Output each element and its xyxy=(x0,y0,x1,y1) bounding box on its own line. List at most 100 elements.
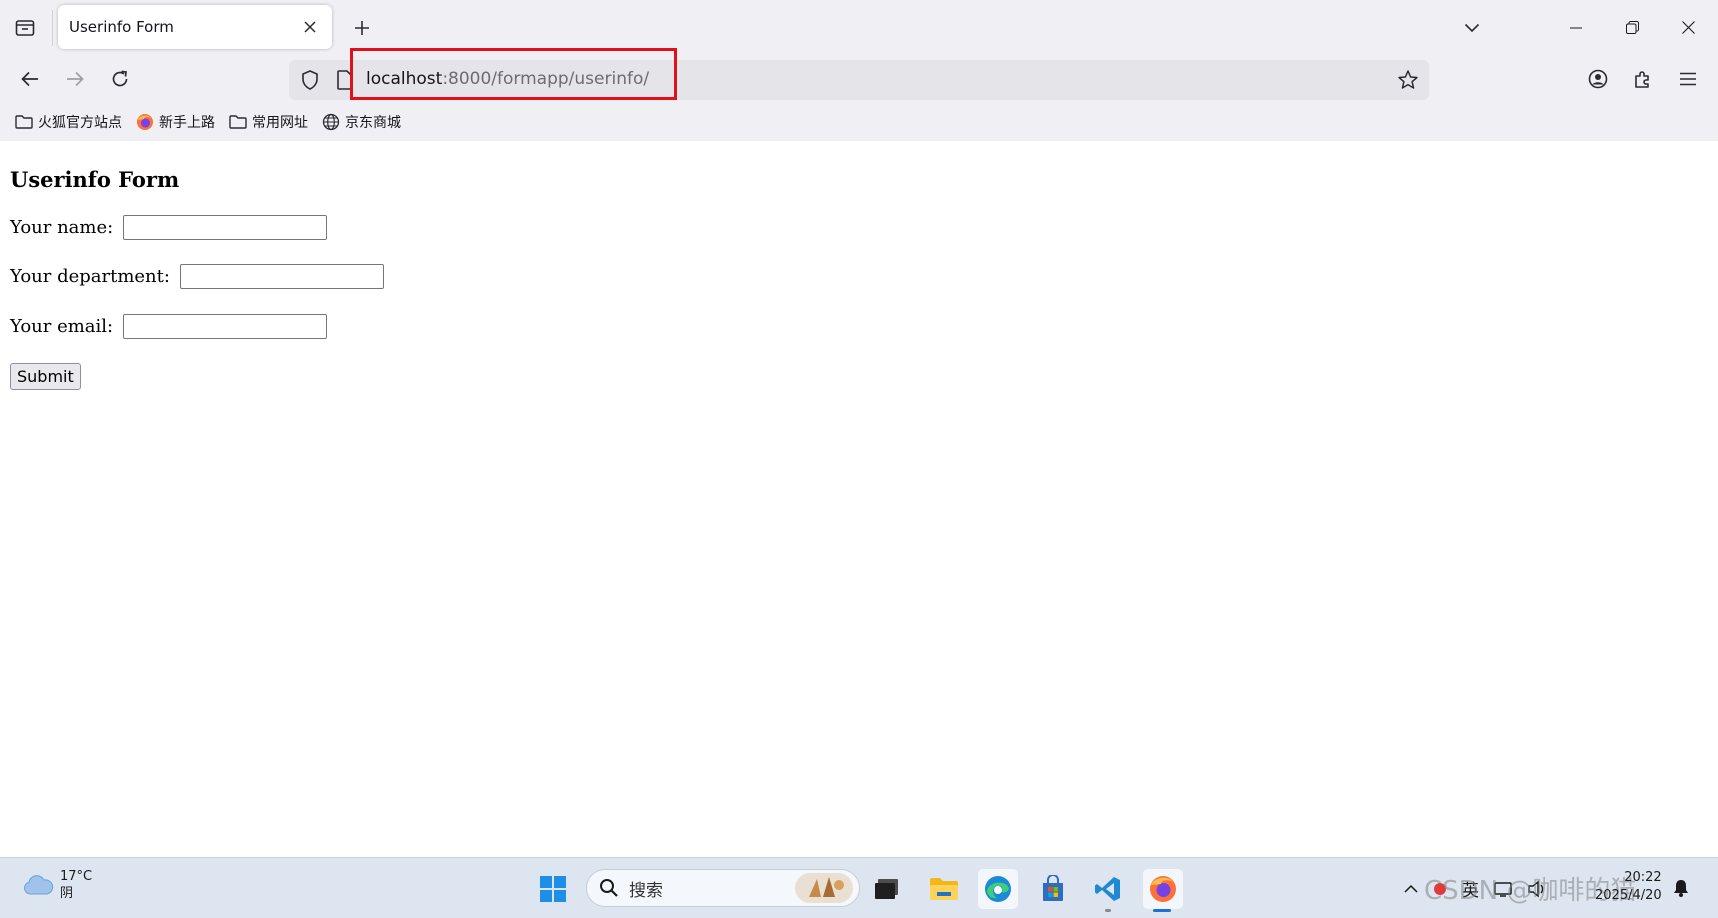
app-menu-button[interactable] xyxy=(1671,63,1705,95)
back-button[interactable] xyxy=(13,63,47,95)
taskbar-vscode[interactable] xyxy=(1088,869,1128,909)
url-text[interactable]: localhost:8000/formapp/userinfo/ xyxy=(366,69,649,89)
vscode-icon xyxy=(1095,877,1120,901)
close-icon xyxy=(304,21,316,33)
firefox-view-icon xyxy=(15,20,35,36)
minimize-icon xyxy=(1570,27,1582,28)
department-input[interactable] xyxy=(179,264,384,289)
restore-icon xyxy=(1625,21,1639,34)
list-all-tabs-button[interactable] xyxy=(1454,12,1490,44)
store-icon xyxy=(1043,875,1063,901)
window-restore-button[interactable] xyxy=(1604,0,1660,55)
bookmark-item-getting-started[interactable]: 新手上路 xyxy=(136,112,215,132)
taskbar-active-indicator xyxy=(1153,909,1171,912)
close-icon xyxy=(1681,21,1695,34)
email-label: Your email: xyxy=(10,316,114,337)
hamburger-menu-icon xyxy=(1680,72,1696,86)
tab-userinfo-form[interactable]: Userinfo Form xyxy=(58,5,332,49)
tab-title: Userinfo Form xyxy=(69,18,174,36)
chevron-up-icon[interactable] xyxy=(1404,884,1418,894)
search-highlight-icon xyxy=(795,873,853,903)
bookmark-label: 京东商城 xyxy=(345,115,401,131)
reload-button[interactable] xyxy=(103,63,137,95)
weather-widget[interactable]: 17°C 阴 xyxy=(22,868,92,902)
search-icon xyxy=(600,879,618,897)
email-input[interactable] xyxy=(123,314,328,339)
bookmark-item-jd-mall[interactable]: 京东商城 xyxy=(322,112,401,132)
name-input[interactable] xyxy=(123,215,328,240)
folder-icon xyxy=(229,115,247,129)
folder-icon xyxy=(930,878,958,900)
taskbar-task-view[interactable] xyxy=(867,869,907,909)
name-row: Your name: xyxy=(10,215,328,240)
taskbar-running-indicator xyxy=(1105,909,1111,912)
task-view-icon xyxy=(875,879,898,899)
windows-logo-icon xyxy=(540,876,566,902)
network-icon[interactable] xyxy=(1493,880,1513,898)
clock-date: 2025/4/20 xyxy=(1595,888,1662,903)
firefox-icon xyxy=(1150,876,1176,902)
windows-taskbar: 17°C 阴 搜索 英 CSDN @咖啡的猫 20:22 2025/4/20 xyxy=(0,857,1718,918)
name-label: Your name: xyxy=(10,217,114,238)
taskbar-store[interactable] xyxy=(1033,869,1073,909)
taskbar-clock[interactable]: 20:22 2025/4/20 xyxy=(1595,869,1662,905)
department-label: Your department: xyxy=(10,266,170,287)
taskbar-search-box[interactable]: 搜索 xyxy=(586,869,860,907)
notification-bell-icon[interactable] xyxy=(1672,878,1690,898)
window-close-button[interactable] xyxy=(1660,0,1716,55)
firefox-view-button[interactable] xyxy=(6,12,44,44)
taskbar-file-explorer[interactable] xyxy=(924,869,964,909)
reload-icon xyxy=(112,70,128,87)
clock-time: 20:22 xyxy=(1624,870,1662,885)
extensions-button[interactable] xyxy=(1626,63,1660,95)
bookmark-star-icon[interactable] xyxy=(1397,69,1419,91)
tab-close-button[interactable] xyxy=(298,15,322,39)
folder-icon xyxy=(15,115,33,129)
page-title: Userinfo Form xyxy=(10,167,180,192)
cloud-icon xyxy=(23,875,54,895)
search-placeholder: 搜索 xyxy=(629,880,663,901)
edge-icon xyxy=(985,876,1011,902)
navigation-toolbar: localhost:8000/formapp/userinfo/ xyxy=(0,55,1718,103)
red-app-tray-icon[interactable] xyxy=(1432,881,1448,897)
url-path: :8000/formapp/userinfo/ xyxy=(442,69,650,89)
system-tray: 英 xyxy=(1404,876,1547,901)
taskbar-edge[interactable] xyxy=(978,869,1018,909)
new-tab-button[interactable] xyxy=(346,12,378,44)
weather-desc: 阴 xyxy=(60,886,74,901)
window-minimize-button[interactable] xyxy=(1548,0,1604,55)
page-icon[interactable] xyxy=(335,69,355,91)
bookmark-label: 常用网址 xyxy=(252,115,308,131)
arrow-right-icon xyxy=(67,71,84,87)
puzzle-icon xyxy=(1635,71,1649,88)
email-row: Your email: xyxy=(10,314,328,339)
input-language[interactable]: 英 xyxy=(1462,876,1479,901)
bookmarks-toolbar: 火狐官方站点 新手上路 常用网址 京东商城 xyxy=(0,103,1718,141)
volume-icon[interactable] xyxy=(1527,880,1547,898)
shield-icon[interactable] xyxy=(299,69,321,91)
bookmark-item-common-sites[interactable]: 常用网址 xyxy=(229,112,308,132)
url-bar[interactable]: localhost:8000/formapp/userinfo/ xyxy=(289,60,1429,100)
account-icon xyxy=(1588,69,1608,89)
page-content: Userinfo Form Your name: Your department… xyxy=(0,141,1718,857)
weather-temp: 17°C xyxy=(60,869,93,884)
bookmark-item-firefox-official[interactable]: 火狐官方站点 xyxy=(15,112,122,132)
start-button[interactable] xyxy=(533,869,573,909)
firefox-icon xyxy=(137,114,153,130)
forward-button[interactable] xyxy=(58,63,92,95)
taskbar-firefox[interactable] xyxy=(1143,869,1183,909)
account-button[interactable] xyxy=(1581,63,1615,95)
weather-text: 17°C 阴 xyxy=(60,868,92,902)
bookmark-label: 火狐官方站点 xyxy=(38,115,122,131)
department-row: Your department: xyxy=(10,264,384,289)
arrow-left-icon xyxy=(21,71,38,87)
tab-separator xyxy=(52,10,53,46)
plus-icon xyxy=(355,21,369,35)
bookmark-label: 新手上路 xyxy=(159,115,215,131)
submit-button[interactable]: Submit xyxy=(10,363,81,390)
url-host: localhost xyxy=(366,69,443,89)
tab-bar: Userinfo Form xyxy=(0,0,1718,55)
chevron-down-icon xyxy=(1464,23,1480,33)
globe-icon xyxy=(322,113,340,131)
browser-chrome: Userinfo Form localhost:8000/formapp/use… xyxy=(0,0,1718,142)
